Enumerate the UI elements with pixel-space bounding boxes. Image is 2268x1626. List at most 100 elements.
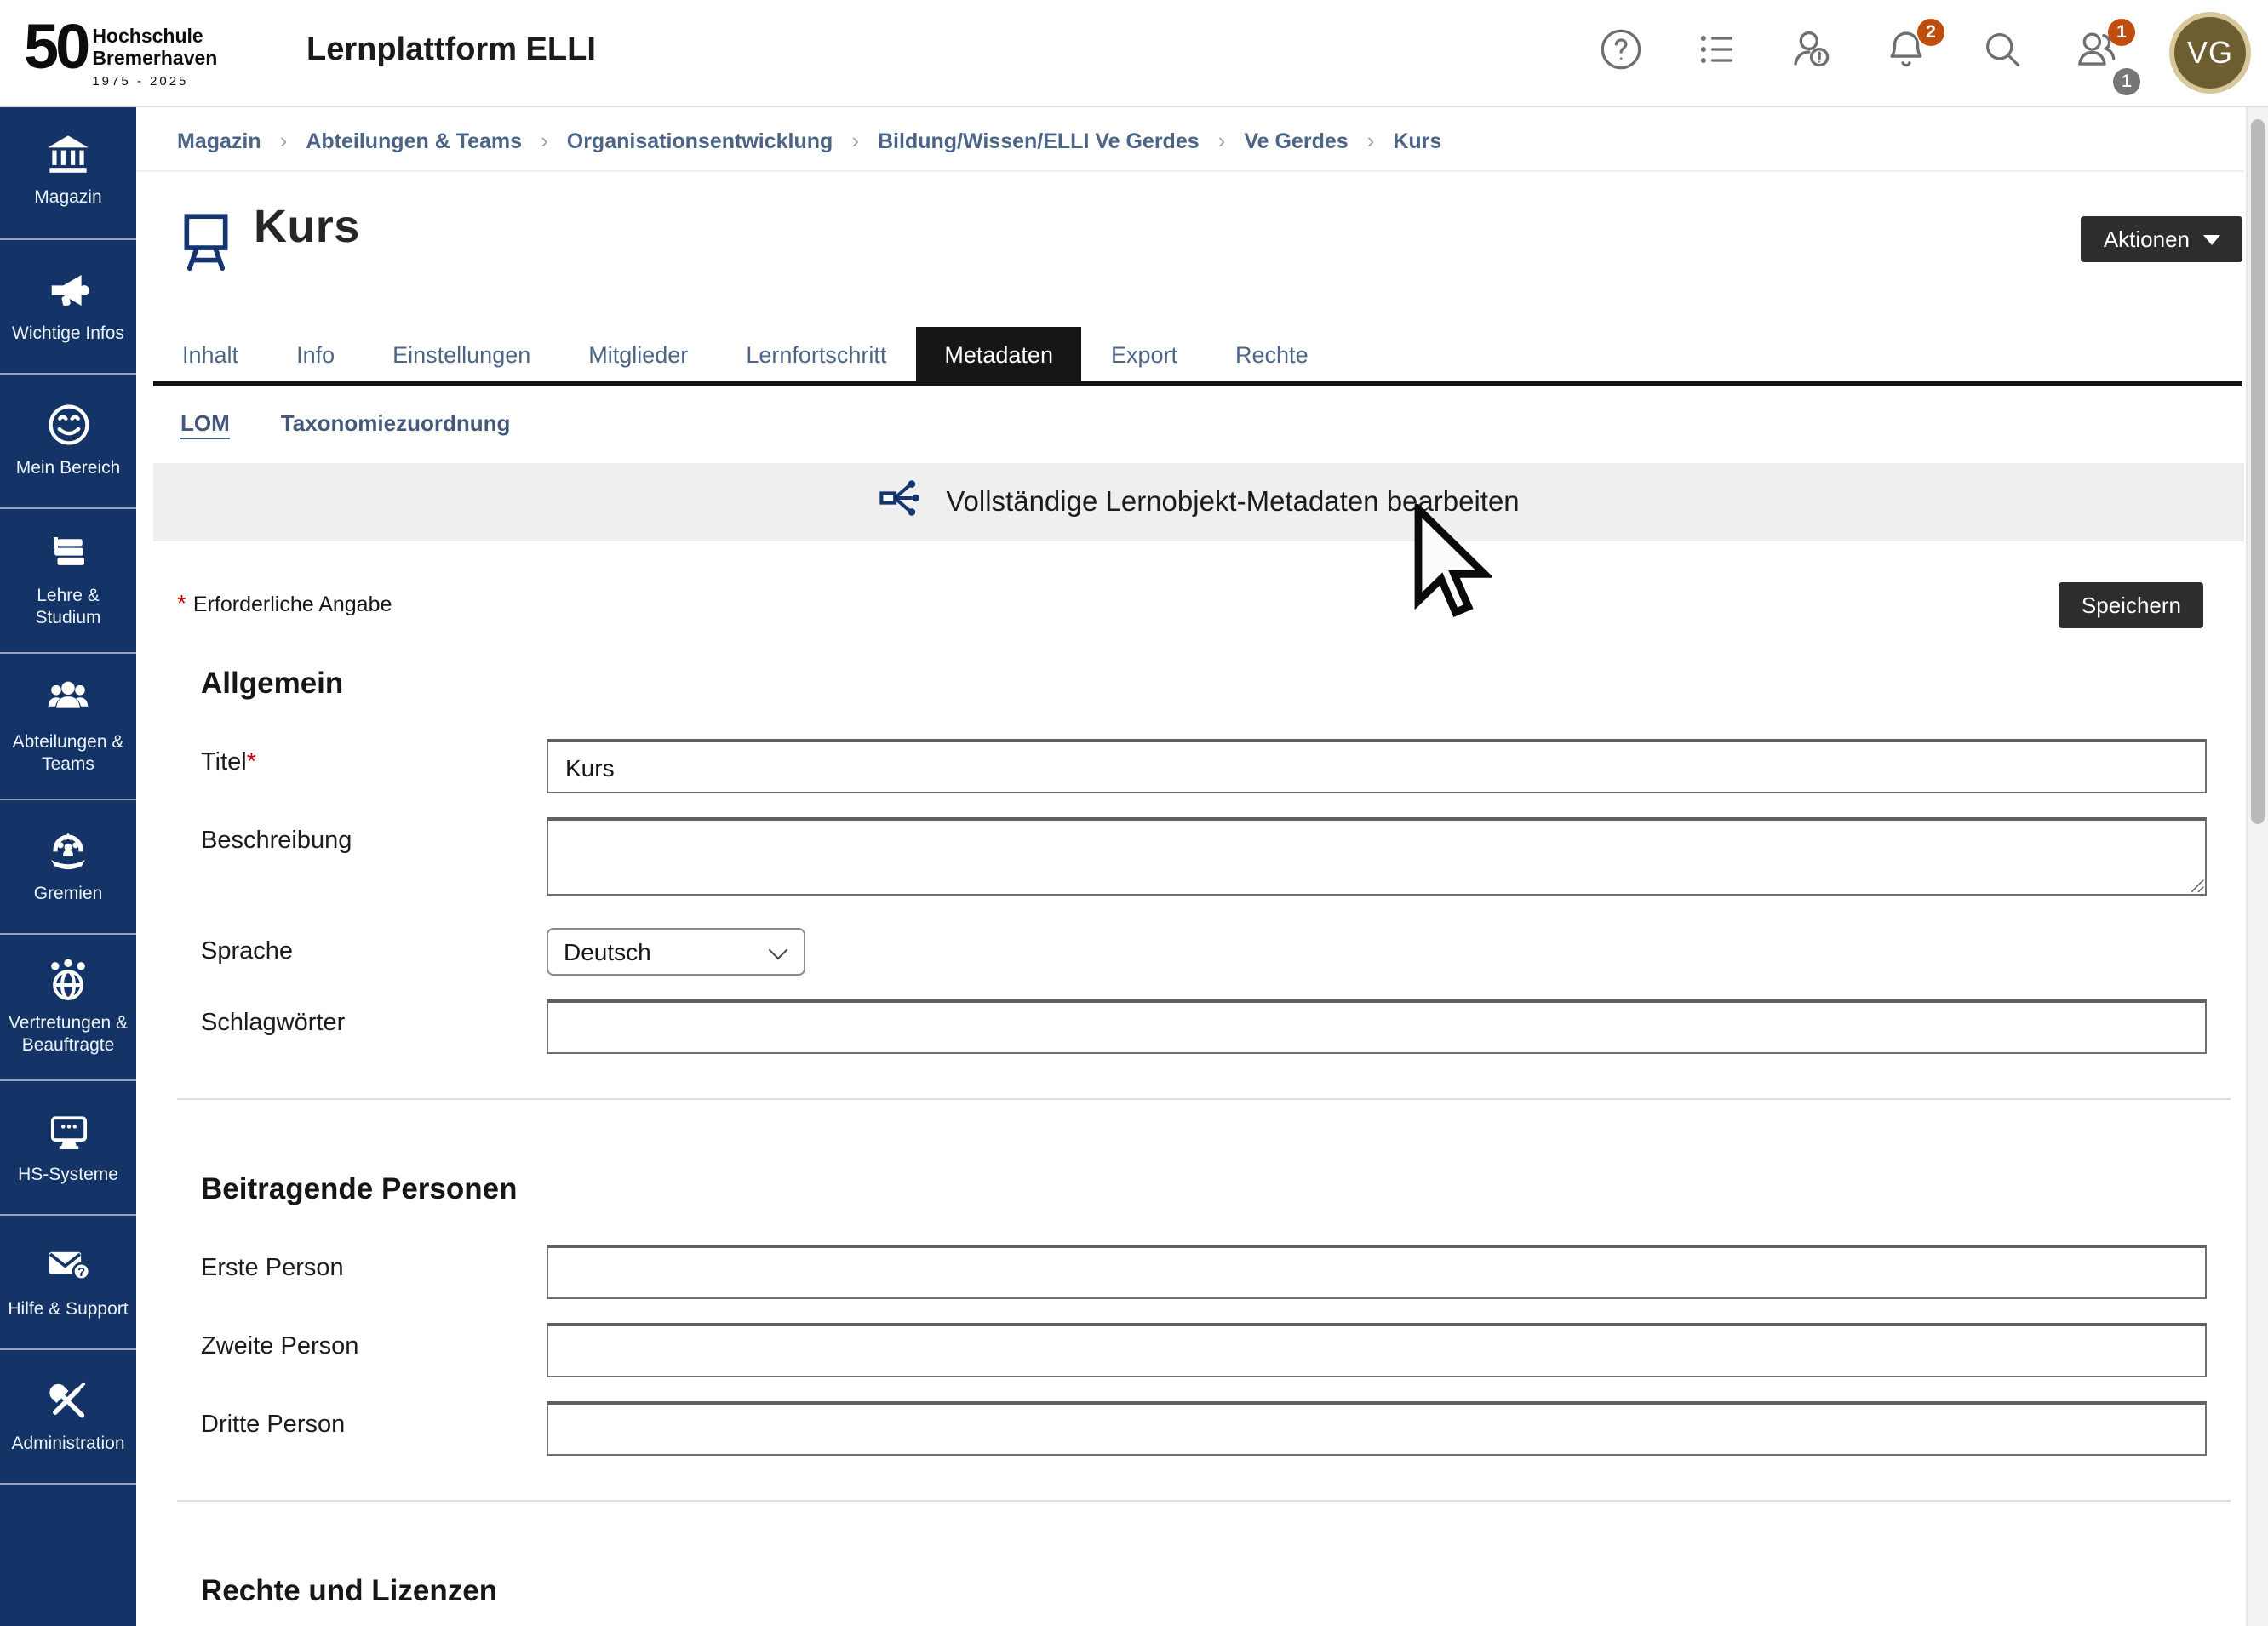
form-row-zweite-person: Zweite Person bbox=[201, 1323, 2207, 1377]
who-is-online-button[interactable] bbox=[1788, 30, 1834, 76]
sidebar-item-hilfe-support[interactable]: ? Hilfe & Support bbox=[0, 1216, 136, 1350]
section-heading-allgemein: Allgemein bbox=[201, 666, 2207, 701]
sidebar-label: Wichtige Infos bbox=[12, 323, 124, 345]
sidebar-item-gremien[interactable]: Gremien bbox=[0, 800, 136, 935]
sprache-selected-value: Deutsch bbox=[564, 938, 651, 965]
sidebar-item-hs-systeme[interactable]: HS-Systeme bbox=[0, 1081, 136, 1216]
breadcrumb-separator: › bbox=[280, 128, 288, 153]
form-row-sprache: Sprache Deutsch bbox=[201, 928, 2207, 976]
bullet-list-icon bbox=[1693, 26, 1738, 79]
chevron-down-icon bbox=[769, 941, 788, 960]
sprache-label: Sprache bbox=[201, 928, 547, 965]
contacts-button[interactable]: 1 1 bbox=[2074, 30, 2120, 76]
monitor-icon bbox=[45, 1108, 91, 1154]
course-icon bbox=[177, 208, 235, 284]
breadcrumb-item[interactable]: Organisationsentwicklung bbox=[567, 129, 833, 152]
chevron-down-icon bbox=[2203, 234, 2220, 244]
committee-icon bbox=[44, 826, 92, 873]
breadcrumb-item[interactable]: Bildung/Wissen/ELLI Ve Gerdes bbox=[878, 129, 1200, 152]
beschreibung-textarea[interactable] bbox=[547, 817, 2207, 896]
people-group-icon bbox=[44, 674, 92, 722]
beschreibung-label: Beschreibung bbox=[201, 817, 547, 855]
svg-text:?: ? bbox=[77, 1265, 85, 1280]
help-icon bbox=[1598, 26, 1642, 79]
erste-person-input[interactable] bbox=[547, 1245, 2207, 1299]
schlagwoerter-label: Schlagwörter bbox=[201, 999, 547, 1037]
mail-question-icon: ? bbox=[44, 1241, 92, 1289]
logo-name-line2: Bremerhaven bbox=[92, 49, 217, 70]
tab-info[interactable]: Info bbox=[267, 327, 364, 381]
actions-button-label: Aktionen bbox=[2104, 226, 2190, 252]
sidebar-label: Mein Bereich bbox=[16, 457, 121, 479]
edit-full-metadata-link[interactable]: Vollständige Lernobjekt-Metadaten bearbe… bbox=[153, 463, 2244, 541]
tab-metadaten[interactable]: Metadaten bbox=[915, 327, 1082, 381]
notifications-button[interactable]: 2 bbox=[1883, 30, 1929, 76]
metadata-form: Allgemein Titel* Beschreibung Sprache bbox=[136, 628, 2244, 1626]
sidebar-label: Abteilungen & Teams bbox=[5, 732, 131, 776]
logo-years: 1975 - 2025 bbox=[92, 73, 217, 89]
tab-lernfortschritt[interactable]: Lernfortschritt bbox=[717, 327, 915, 381]
edit-full-metadata-label: Vollständige Lernobjekt-Metadaten bearbe… bbox=[946, 486, 1519, 518]
sidebar-item-wichtige-infos[interactable]: Wichtige Infos bbox=[0, 240, 136, 375]
sidebar-item-lehre-studium[interactable]: Lehre & Studium bbox=[0, 509, 136, 654]
logo-text-block: Hochschule Bremerhaven 1975 - 2025 bbox=[92, 27, 217, 89]
sidebar-label: Magazin bbox=[34, 187, 101, 209]
logo-name-line1: Hochschule bbox=[92, 27, 217, 49]
required-note-text: Erforderliche Angabe bbox=[193, 593, 392, 616]
breadcrumb: Magazin › Abteilungen & Teams › Organisa… bbox=[136, 106, 2244, 172]
dritte-person-input[interactable] bbox=[547, 1401, 2207, 1456]
metadata-tree-icon bbox=[878, 475, 924, 530]
page-header: Kurs Aktionen bbox=[136, 172, 2244, 298]
sidebar-item-magazin[interactable]: Magazin bbox=[0, 106, 136, 240]
tab-einstellungen[interactable]: Einstellungen bbox=[364, 327, 559, 381]
breadcrumb-item-current[interactable]: Kurs bbox=[1393, 129, 1441, 152]
titel-label: Titel* bbox=[201, 739, 547, 776]
vertical-scrollbar-thumb[interactable] bbox=[2251, 119, 2265, 824]
sidebar-item-abteilungen-teams[interactable]: Abteilungen & Teams bbox=[0, 654, 136, 800]
tab-export[interactable]: Export bbox=[1082, 327, 1206, 381]
search-icon bbox=[1979, 26, 2024, 79]
sidebar-item-mein-bereich[interactable]: Mein Bereich bbox=[0, 375, 136, 509]
titel-required-asterisk: * bbox=[247, 749, 256, 776]
todo-list-button[interactable] bbox=[1692, 30, 1738, 76]
subtab-bar: LOM Taxonomiezuordnung bbox=[136, 386, 2244, 436]
actions-button[interactable]: Aktionen bbox=[2082, 216, 2242, 262]
breadcrumb-item[interactable]: Ve Gerdes bbox=[1244, 129, 1348, 152]
required-asterisk: * bbox=[177, 589, 186, 616]
logo-50-text: 50 bbox=[24, 7, 87, 89]
section-heading-beitragende: Beitragende Personen bbox=[201, 1171, 2207, 1207]
required-note: * Erforderliche Angabe bbox=[177, 582, 392, 616]
breadcrumb-item[interactable]: Magazin bbox=[177, 129, 261, 152]
subtab-lom[interactable]: LOM bbox=[180, 410, 230, 436]
app-title: Lernplattform ELLI bbox=[306, 32, 596, 70]
form-row-erste-person: Erste Person bbox=[201, 1245, 2207, 1299]
schlagwoerter-input[interactable] bbox=[547, 999, 2207, 1054]
books-icon bbox=[45, 530, 91, 575]
sidebar-item-administration[interactable]: Administration bbox=[0, 1350, 136, 1485]
vertical-scrollbar-track[interactable] bbox=[2246, 106, 2268, 1626]
zweite-person-input[interactable] bbox=[547, 1323, 2207, 1377]
tab-mitglieder[interactable]: Mitglieder bbox=[559, 327, 717, 381]
sidebar-item-vertretungen[interactable]: Vertretungen & Beauftragte bbox=[0, 935, 136, 1081]
top-header: 50 Hochschule Bremerhaven 1975 - 2025 Le… bbox=[0, 0, 2268, 107]
save-button[interactable]: Speichern bbox=[2059, 582, 2203, 628]
section-heading-rechte: Rechte und Lizenzen bbox=[201, 1573, 2207, 1609]
sprache-select[interactable]: Deutsch bbox=[547, 928, 805, 976]
help-button[interactable] bbox=[1597, 30, 1643, 76]
person-alert-icon bbox=[1788, 26, 1834, 80]
bank-icon bbox=[46, 133, 90, 177]
subtab-taxonomiezuordnung[interactable]: Taxonomiezuordnung bbox=[281, 410, 511, 436]
app-window: 50 Hochschule Bremerhaven 1975 - 2025 Le… bbox=[0, 0, 2268, 1626]
titel-input[interactable] bbox=[547, 739, 2207, 793]
required-note-row: * Erforderliche Angabe Speichern bbox=[177, 582, 2203, 628]
university-logo[interactable]: 50 Hochschule Bremerhaven 1975 - 2025 bbox=[24, 7, 217, 89]
user-avatar[interactable]: VG bbox=[2169, 12, 2251, 94]
dritte-person-label: Dritte Person bbox=[201, 1401, 547, 1439]
breadcrumb-item[interactable]: Abteilungen & Teams bbox=[306, 129, 522, 152]
header-icon-bar: 2 1 1 VG bbox=[1597, 0, 2251, 106]
tab-bar: Inhalt Info Einstellungen Mitglieder Ler… bbox=[153, 327, 2242, 386]
sidebar-label: Gremien bbox=[34, 884, 103, 906]
tab-rechte[interactable]: Rechte bbox=[1206, 327, 1337, 381]
tab-inhalt[interactable]: Inhalt bbox=[153, 327, 267, 381]
search-button[interactable] bbox=[1979, 30, 2025, 76]
